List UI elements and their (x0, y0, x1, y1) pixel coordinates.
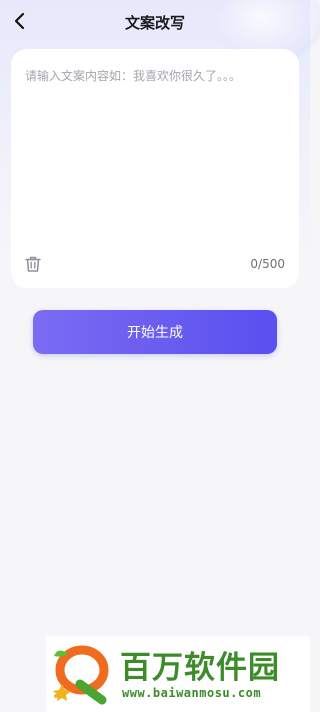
watermark-name: 百万软件园 (120, 650, 280, 686)
generate-button[interactable]: 开始生成 (33, 310, 277, 354)
page-title: 文案改写 (124, 14, 185, 32)
char-counter: 0/500 (250, 257, 285, 271)
nav-bar: 文案改写 (0, 0, 310, 44)
brand-logo-icon (53, 645, 109, 705)
clear-button[interactable] (23, 254, 43, 274)
editor-card: 0/500 (11, 49, 299, 288)
copy-text-input[interactable] (25, 67, 285, 247)
watermark-url: www.baiwanmosu.com (122, 686, 262, 700)
trash-icon (25, 256, 41, 272)
watermark: 百万软件园 www.baiwanmosu.com (46, 636, 310, 712)
